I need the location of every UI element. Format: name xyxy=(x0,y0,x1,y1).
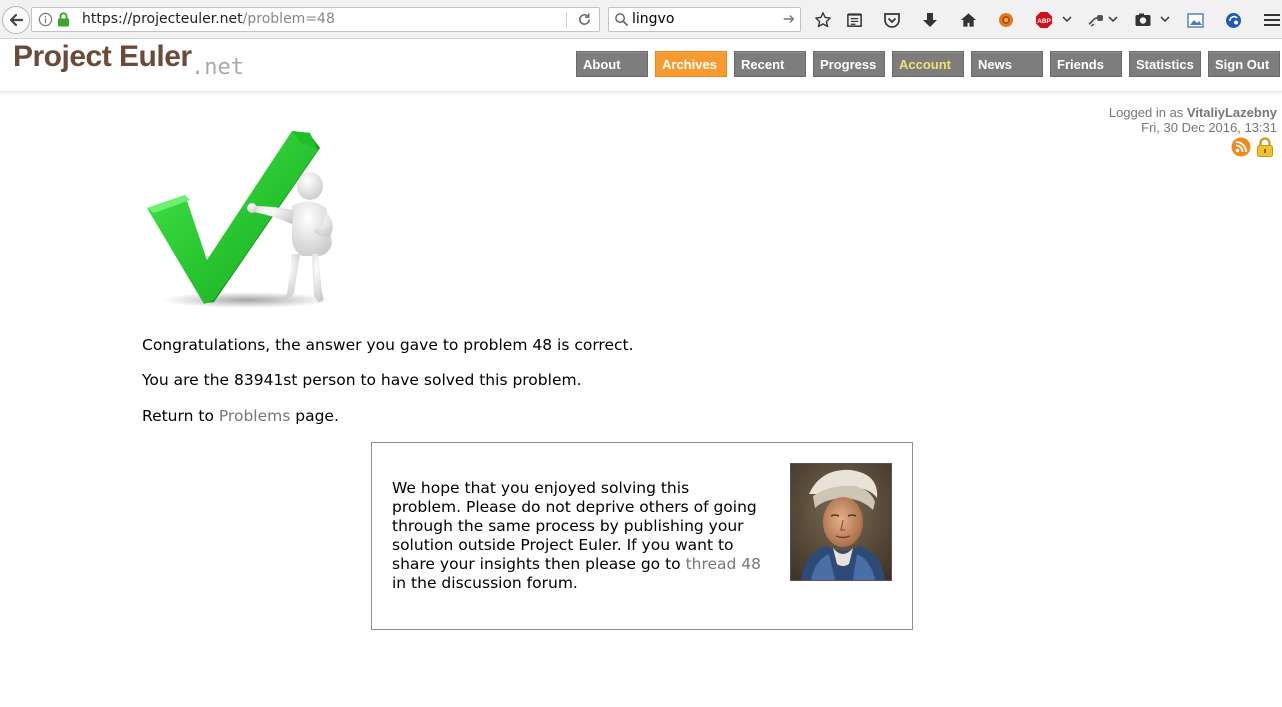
browser-toolbar: https://projecteuler.net/problem=48 ling… xyxy=(0,0,1282,39)
site-header: Project Euler .net About Archives Recent… xyxy=(0,40,1282,92)
back-arrow-icon xyxy=(9,13,24,27)
extension-icon[interactable] xyxy=(996,10,1016,30)
site-logo-suffix[interactable]: .net xyxy=(191,55,244,80)
euler-portrait xyxy=(790,463,892,581)
image-icon[interactable] xyxy=(1185,10,1205,30)
lock-icon xyxy=(58,12,69,27)
return-suffix: page. xyxy=(290,407,339,425)
login-datetime: Fri, 30 Dec 2016, 13:31 xyxy=(1141,120,1277,135)
dropdown-icon[interactable] xyxy=(1108,12,1118,26)
nav-news[interactable]: News xyxy=(971,51,1043,77)
blue-extension-icon[interactable] xyxy=(1223,10,1243,30)
search-go-icon[interactable] xyxy=(782,12,796,26)
nav-recent[interactable]: Recent xyxy=(734,51,806,77)
login-prefix: Logged in as xyxy=(1108,105,1187,120)
search-query[interactable]: lingvo xyxy=(632,11,674,27)
padlock-icon[interactable] xyxy=(1256,137,1274,157)
download-icon[interactable] xyxy=(920,10,940,30)
pocket-icon[interactable] xyxy=(882,10,902,30)
forum-note-box: We hope that you enjoyed solving this pr… xyxy=(371,442,913,630)
search-icon xyxy=(615,13,629,27)
urlbar-divider xyxy=(566,12,567,28)
star-icon[interactable] xyxy=(813,10,833,30)
congrats-message: Congratulations, the answer you gave to … xyxy=(142,336,634,354)
thread-link[interactable]: thread 48 xyxy=(686,555,761,573)
reload-icon[interactable] xyxy=(577,12,592,27)
url-path: /problem=48 xyxy=(242,11,335,27)
nav-progress[interactable]: Progress xyxy=(813,51,885,77)
adblock-icon[interactable]: ABP xyxy=(1034,10,1054,30)
nav-statistics[interactable]: Statistics xyxy=(1129,51,1201,77)
address-bar[interactable]: https://projecteuler.net/problem=48 xyxy=(31,7,600,32)
nav-about[interactable]: About xyxy=(576,51,648,77)
problems-link[interactable]: Problems xyxy=(219,407,290,425)
username[interactable]: VitaliyLazebny xyxy=(1187,105,1277,120)
nav-sign-out[interactable]: Sign Out xyxy=(1208,51,1280,77)
solver-count-message: You are the 83941st person to have solve… xyxy=(142,371,582,389)
nav-friends[interactable]: Friends xyxy=(1050,51,1122,77)
site-logo[interactable]: Project Euler xyxy=(13,40,192,74)
login-info: Logged in as VitaliyLazebny Fri, 30 Dec … xyxy=(1109,105,1277,135)
search-bar[interactable]: lingvo xyxy=(608,7,801,32)
reading-list-icon[interactable] xyxy=(844,10,864,30)
return-message: Return to Problems page. xyxy=(142,407,339,425)
home-icon[interactable] xyxy=(958,10,978,30)
nav-archives[interactable]: Archives xyxy=(655,51,727,77)
login-icons xyxy=(1231,137,1277,157)
rss-icon[interactable] xyxy=(1231,137,1251,157)
url-text[interactable]: https://projecteuler.net/problem=48 xyxy=(82,11,335,27)
menu-icon[interactable] xyxy=(1262,10,1282,30)
info-icon[interactable] xyxy=(38,12,53,27)
return-prefix: Return to xyxy=(142,407,219,425)
dropdown-icon[interactable] xyxy=(1062,12,1072,26)
forum-note-text: We hope that you enjoyed solving this pr… xyxy=(392,479,762,593)
nav-account[interactable]: Account xyxy=(892,51,964,77)
login-line: Logged in as VitaliyLazebny xyxy=(1109,105,1277,120)
note-text-after: in the discussion forum. xyxy=(392,574,578,592)
svg-text:ABP: ABP xyxy=(1037,18,1051,25)
back-button[interactable] xyxy=(2,6,30,34)
mouse-gesture-icon[interactable] xyxy=(1086,10,1106,30)
screenshot-icon[interactable] xyxy=(1133,10,1153,30)
dropdown-icon[interactable] xyxy=(1160,12,1170,26)
success-checkmark-illustration xyxy=(147,131,333,308)
url-host: https://projecteuler.net xyxy=(82,11,243,27)
